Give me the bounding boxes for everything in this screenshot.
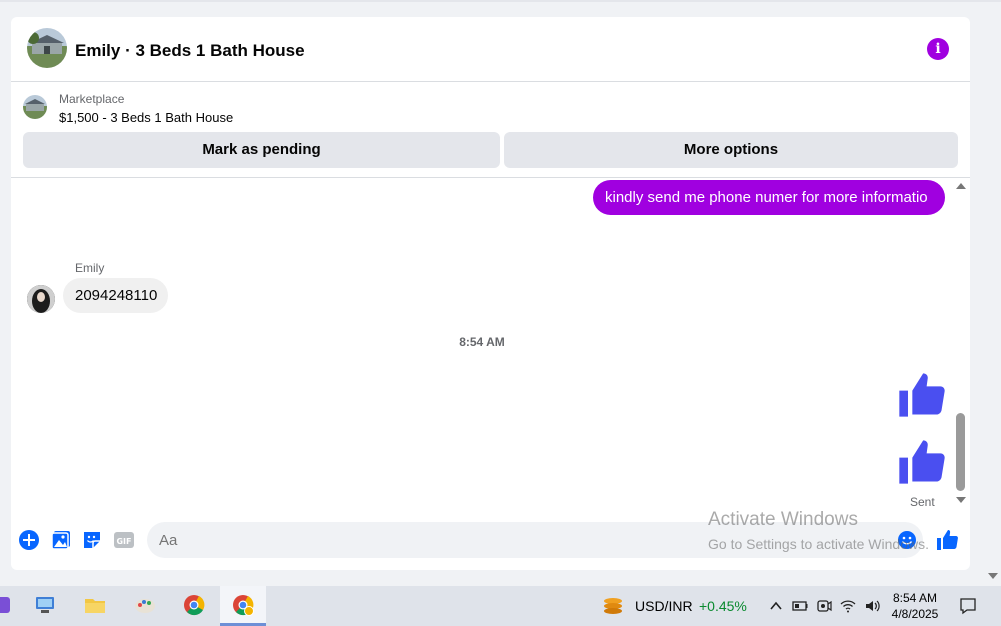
message-status: Sent [910, 495, 935, 509]
currency-icon[interactable] [602, 595, 624, 617]
currency-change[interactable]: +0.45% [699, 598, 747, 614]
outgoing-message-bubble[interactable]: kindly send me phone numer for more info… [593, 180, 945, 215]
thumbs-up-icon[interactable] [895, 436, 947, 488]
chat-header: Emily · 3 Beds 1 Bath House i [11, 17, 970, 82]
mark-as-pending-button[interactable]: Mark as pending [23, 132, 500, 168]
clock-time: 8:54 AM [892, 591, 938, 605]
top-divider [0, 0, 1001, 2]
message-scrollbar[interactable] [953, 179, 968, 509]
marketplace-label: Marketplace [59, 92, 125, 106]
plus-icon[interactable] [18, 529, 40, 551]
battery-icon[interactable] [792, 598, 808, 614]
chevron-down-icon[interactable] [988, 573, 998, 579]
sticker-icon[interactable] [81, 529, 103, 551]
currency-pair[interactable]: USD/INR [635, 598, 693, 614]
listing-thumbnail[interactable] [23, 95, 47, 119]
notification-icon[interactable] [959, 597, 977, 615]
wifi-icon[interactable] [840, 598, 856, 614]
chevron-up-icon[interactable] [768, 598, 784, 614]
chevron-down-icon[interactable] [956, 497, 966, 503]
composer: GIF [11, 517, 970, 567]
meet-now-icon[interactable] [816, 598, 832, 614]
listing-avatar[interactable] [27, 28, 67, 68]
more-options-button[interactable]: More options [504, 132, 958, 168]
thumbs-up-icon[interactable] [895, 369, 947, 421]
photo-icon[interactable] [50, 529, 72, 551]
chrome-profile-icon[interactable] [220, 586, 266, 626]
computer-icon[interactable] [22, 586, 68, 626]
taskbar: USD/INR +0.45% 8:54 AM 4/8/2025 [0, 586, 1001, 626]
chat-title[interactable]: Emily · 3 Beds 1 Bath House [75, 41, 305, 61]
emoji-icon[interactable] [897, 530, 917, 550]
info-icon[interactable]: i [927, 38, 949, 60]
svg-text:GIF: GIF [116, 537, 131, 546]
listing-price-title[interactable]: $1,500 - 3 Beds 1 Bath House [59, 110, 233, 125]
scrollbar-thumb[interactable] [956, 413, 965, 491]
sender-name: Emily [75, 261, 105, 275]
chevron-up-icon[interactable] [956, 183, 966, 189]
incoming-message-bubble[interactable]: 2094248110 [63, 278, 168, 313]
message-input[interactable] [147, 522, 923, 558]
clock-date: 4/8/2025 [891, 607, 939, 621]
message-list: kindly send me phone numer for more info… [11, 179, 970, 509]
volume-icon[interactable] [864, 598, 880, 614]
message-timestamp: 8:54 AM [459, 335, 505, 349]
emily-avatar[interactable] [27, 285, 55, 313]
chrome-icon[interactable] [171, 586, 217, 626]
file-explorer-icon[interactable] [72, 586, 118, 626]
chat-window: Emily · 3 Beds 1 Bath House i Marketplac… [11, 17, 970, 570]
thumbs-up-icon[interactable] [935, 528, 959, 552]
system-clock[interactable]: 8:54 AM 4/8/2025 [880, 590, 950, 622]
paint-icon[interactable] [122, 586, 168, 626]
app-icon[interactable] [0, 586, 24, 626]
gif-icon[interactable]: GIF [113, 529, 135, 551]
listing-card: Marketplace $1,500 - 3 Beds 1 Bath House… [11, 83, 970, 178]
